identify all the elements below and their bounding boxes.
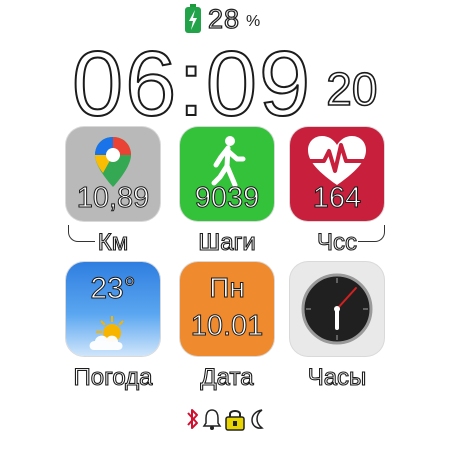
weather-tile[interactable]: 23°: [66, 262, 160, 356]
clock-seconds: 20: [325, 63, 378, 115]
tile-label-clock: Часы: [307, 363, 367, 391]
battery-percentage: 28: [207, 3, 241, 34]
bell-icon: [202, 409, 222, 430]
tile-label-heart-rate: Чсс: [316, 228, 357, 256]
tile-label-weather: Погода: [73, 363, 153, 391]
battery-indicator: 28 %: [184, 2, 284, 36]
sun-cloud-icon: [89, 316, 124, 350]
tile-label-date: Дата: [200, 363, 254, 391]
bluetooth-icon: [187, 409, 198, 429]
lightning-battery-icon: [185, 4, 201, 33]
battery-unit: %: [246, 13, 261, 30]
clock-time: 06:09: [71, 33, 313, 135]
weekday-value: Пн: [209, 272, 246, 304]
tile-label-distance: Км: [97, 228, 129, 256]
steps-tile[interactable]: 9039: [180, 127, 274, 221]
lock-icon: [225, 410, 245, 431]
steps-value: 9039: [194, 182, 260, 215]
clock-app-tile[interactable]: [290, 262, 384, 356]
heart-pulse-icon: [308, 136, 366, 185]
analog-clock-icon: [301, 273, 373, 345]
heart-rate-tile[interactable]: 164: [290, 127, 384, 221]
status-icons: [186, 404, 276, 434]
date-tile[interactable]: Пн 10.01: [180, 262, 274, 356]
walking-person-icon: [211, 136, 246, 187]
moon-icon: [251, 409, 264, 429]
date-value: 10.01: [190, 310, 264, 343]
map-pin-icon: [95, 137, 131, 187]
heart-rate-value: 164: [312, 182, 362, 215]
distance-value: 10,89: [76, 182, 150, 215]
temperature-value: 23°: [90, 272, 136, 306]
maps-tile[interactable]: 10,89: [66, 127, 160, 221]
tile-label-steps: Шаги: [198, 228, 257, 256]
digital-clock: 06:09 20: [71, 33, 378, 138]
